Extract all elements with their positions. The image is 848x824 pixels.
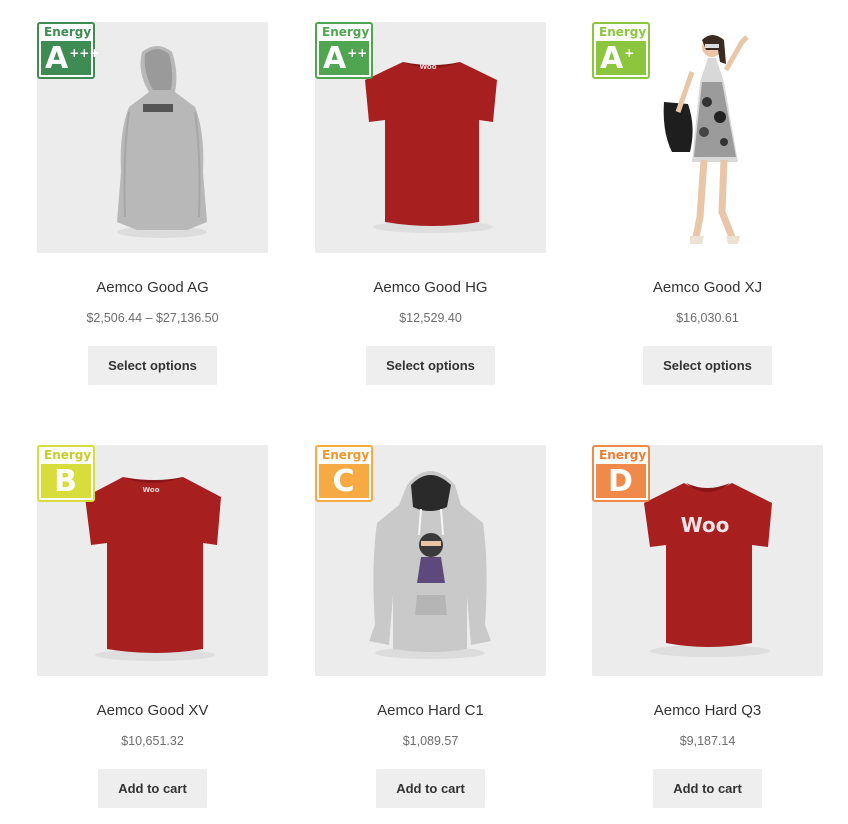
product-title[interactable]: Aemco Good HG <box>315 278 546 298</box>
energy-class-letter: A <box>600 41 624 76</box>
product-image[interactable]: Woo Energy A++ <box>315 22 546 253</box>
product-title[interactable]: Aemco Hard C1 <box>315 701 546 721</box>
energy-class-letter: B <box>54 464 77 499</box>
product-card: Woo Energy B Aemco Good XV $10,651.32 Ad… <box>37 445 268 808</box>
energy-class-plus: +++ <box>69 46 100 60</box>
product-price: $10,651.32 <box>121 734 184 748</box>
product-title[interactable]: Aemco Good XJ <box>592 278 823 298</box>
energy-label: Energy <box>599 25 647 39</box>
energy-badge: Energy D <box>592 445 650 502</box>
select-options-button[interactable]: Select options <box>88 346 217 385</box>
product-price: $16,030.61 <box>676 311 739 325</box>
energy-class: C <box>319 464 369 499</box>
add-to-cart-button[interactable]: Add to cart <box>98 769 207 808</box>
product-price: $1,089.57 <box>402 734 459 748</box>
product-image[interactable]: Woo Energy B <box>37 445 268 676</box>
add-to-cart-button[interactable]: Add to cart <box>376 769 485 808</box>
energy-class-plus: ++ <box>347 46 368 60</box>
product-price: $12,529.40 <box>399 311 462 325</box>
shirt-logo: Woo <box>142 486 159 494</box>
product-grid: Energy A+++ Aemco Good AG $2,506.44 – $2… <box>0 0 848 824</box>
add-to-cart-button[interactable]: Add to cart <box>653 769 762 808</box>
product-card: Woo Energy A++ Aemco Good HG $12,529.40 … <box>315 22 546 385</box>
product-title[interactable]: Aemco Good AG <box>37 278 268 298</box>
select-options-button[interactable]: Select options <box>643 346 772 385</box>
energy-label: Energy <box>322 448 370 462</box>
product-price: $9,187.14 <box>679 734 736 748</box>
product-card: Energy A+ Aemco Good XJ $16,030.61 Selec… <box>592 22 823 385</box>
energy-class: A+++ <box>41 41 99 76</box>
shirt-logo: Woo <box>419 63 436 71</box>
product-image[interactable]: Energy A+ <box>592 22 823 253</box>
energy-class-letter: D <box>608 464 633 499</box>
product-title[interactable]: Aemco Good XV <box>37 701 268 721</box>
energy-badge: Energy A+ <box>592 22 650 79</box>
product-image[interactable]: Energy A+++ <box>37 22 268 253</box>
energy-badge: Energy B <box>37 445 95 502</box>
energy-class: B <box>41 464 91 499</box>
product-image[interactable]: Woo Energy D <box>592 445 823 676</box>
energy-class: A++ <box>319 41 369 76</box>
select-options-button[interactable]: Select options <box>366 346 495 385</box>
shirt-logo: Woo <box>681 513 730 537</box>
energy-class-letter: C <box>332 464 355 499</box>
energy-class: A+ <box>596 41 646 76</box>
product-card: Energy A+++ Aemco Good AG $2,506.44 – $2… <box>37 22 268 385</box>
product-card: Woo Energy D Aemco Hard Q3 $9,187.14 Add… <box>592 445 823 808</box>
energy-badge: Energy A+++ <box>37 22 99 79</box>
product-price: $2,506.44 – $27,136.50 <box>86 311 219 325</box>
energy-label: Energy <box>599 448 647 462</box>
energy-class: D <box>596 464 646 499</box>
product-image[interactable]: Energy C <box>315 445 546 676</box>
energy-class-plus: + <box>624 46 635 60</box>
energy-badge: Energy C <box>315 445 373 502</box>
energy-label: Energy <box>44 25 92 39</box>
energy-class-letter: A <box>45 41 69 76</box>
product-title[interactable]: Aemco Hard Q3 <box>592 701 823 721</box>
energy-badge: Energy A++ <box>315 22 373 79</box>
product-card: Energy C Aemco Hard C1 $1,089.57 Add to … <box>315 445 546 808</box>
energy-label: Energy <box>44 448 92 462</box>
energy-label: Energy <box>322 25 370 39</box>
energy-class-letter: A <box>323 41 347 76</box>
